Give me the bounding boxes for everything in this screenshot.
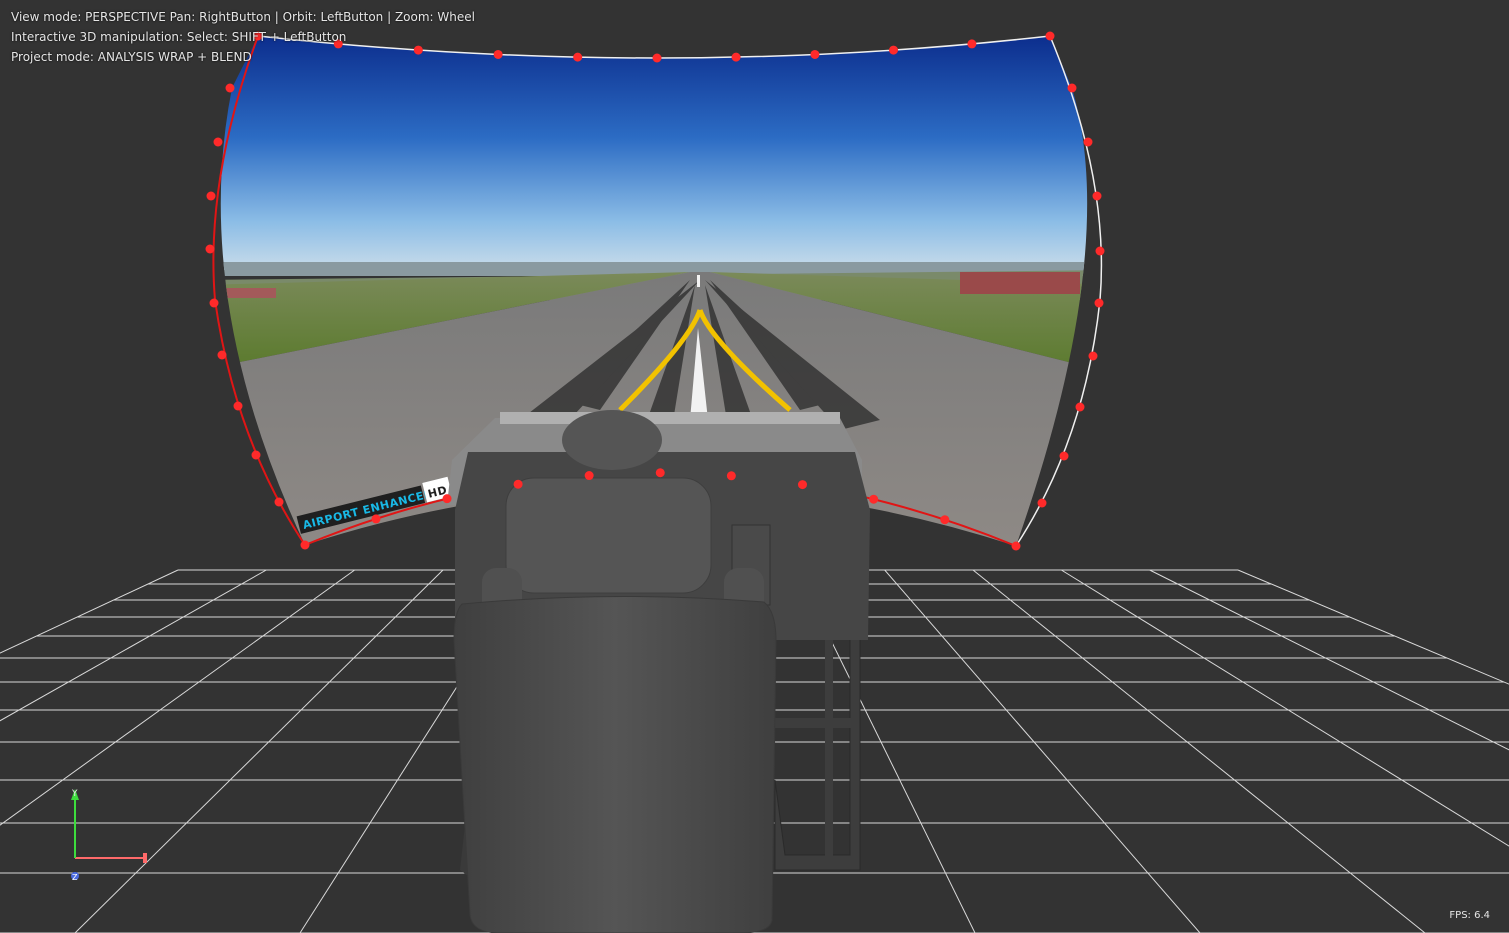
grid-column-line [972,569,1426,933]
grid-column-line [884,569,1201,933]
warp-control-point[interactable] [493,49,503,59]
hud-overlay: View mode: PERSPECTIVE Pan: RightButton … [11,7,475,67]
grid-column-line [1237,569,1509,685]
warp-control-point[interactable] [300,540,310,550]
warp-control-point[interactable] [1083,137,1093,147]
manipulation-text: Interactive 3D manipulation: Select: SHI… [11,30,347,44]
3d-viewport[interactable]: AIRPORT ENHANCER HD Y Z View mode: PERSP… [0,0,1509,933]
warp-control-point[interactable] [1067,83,1077,93]
warp-control-point[interactable] [1088,351,1098,361]
fps-counter: FPS: 6.4 [1449,910,1490,921]
warp-control-point[interactable] [209,298,219,308]
warp-control-point[interactable] [205,244,215,254]
warp-control-point[interactable] [1037,498,1047,508]
warp-control-point[interactable] [1075,402,1085,412]
grid-column-line [1149,569,1509,751]
warp-control-point[interactable] [213,137,223,147]
grid-column-line [74,569,444,933]
grid-column-line [1061,569,1509,847]
warp-control-point[interactable] [1011,541,1021,551]
warp-control-point[interactable] [1095,246,1105,256]
warp-control-point[interactable] [869,494,879,504]
scene-canvas[interactable]: AIRPORT ENHANCER HD Y Z [0,0,1509,933]
warp-control-point[interactable] [797,480,807,490]
cockpit-model [447,410,870,933]
warp-control-point[interactable] [233,401,243,411]
grid-column-line [0,569,179,654]
warp-control-point[interactable] [731,52,741,62]
warp-control-point[interactable] [1094,298,1104,308]
warp-control-point[interactable] [217,350,227,360]
warp-control-point[interactable] [274,497,284,507]
warp-control-point[interactable] [573,52,583,62]
warp-control-point[interactable] [206,191,216,201]
grid-column-line [0,569,355,826]
view-mode-text: View mode: PERSPECTIVE Pan: RightButton … [11,10,475,24]
warp-control-point[interactable] [1059,451,1069,461]
warp-control-point[interactable] [889,45,899,55]
axes-gizmo: Y Z [71,789,147,882]
warp-control-point[interactable] [810,49,820,59]
y-axis-label: Y [71,789,78,799]
warp-control-point[interactable] [655,468,665,478]
project-mode-text: Project mode: ANALYSIS WRAP + BLEND [11,50,252,64]
warp-control-point[interactable] [652,53,662,63]
warp-control-point[interactable] [442,494,452,504]
z-axis-label: Z [72,873,78,882]
warp-control-point[interactable] [251,450,261,460]
warp-control-point[interactable] [584,471,594,481]
warp-control-point[interactable] [726,471,736,481]
x-axis-tip [143,853,147,863]
warp-control-point[interactable] [1045,31,1055,41]
warp-control-point[interactable] [1092,191,1102,201]
warp-control-point[interactable] [513,479,523,489]
warp-control-point[interactable] [371,514,381,524]
warp-control-point[interactable] [967,39,977,49]
warp-control-point[interactable] [225,83,235,93]
warp-control-point[interactable] [940,515,950,525]
grid-column-line [0,569,267,722]
